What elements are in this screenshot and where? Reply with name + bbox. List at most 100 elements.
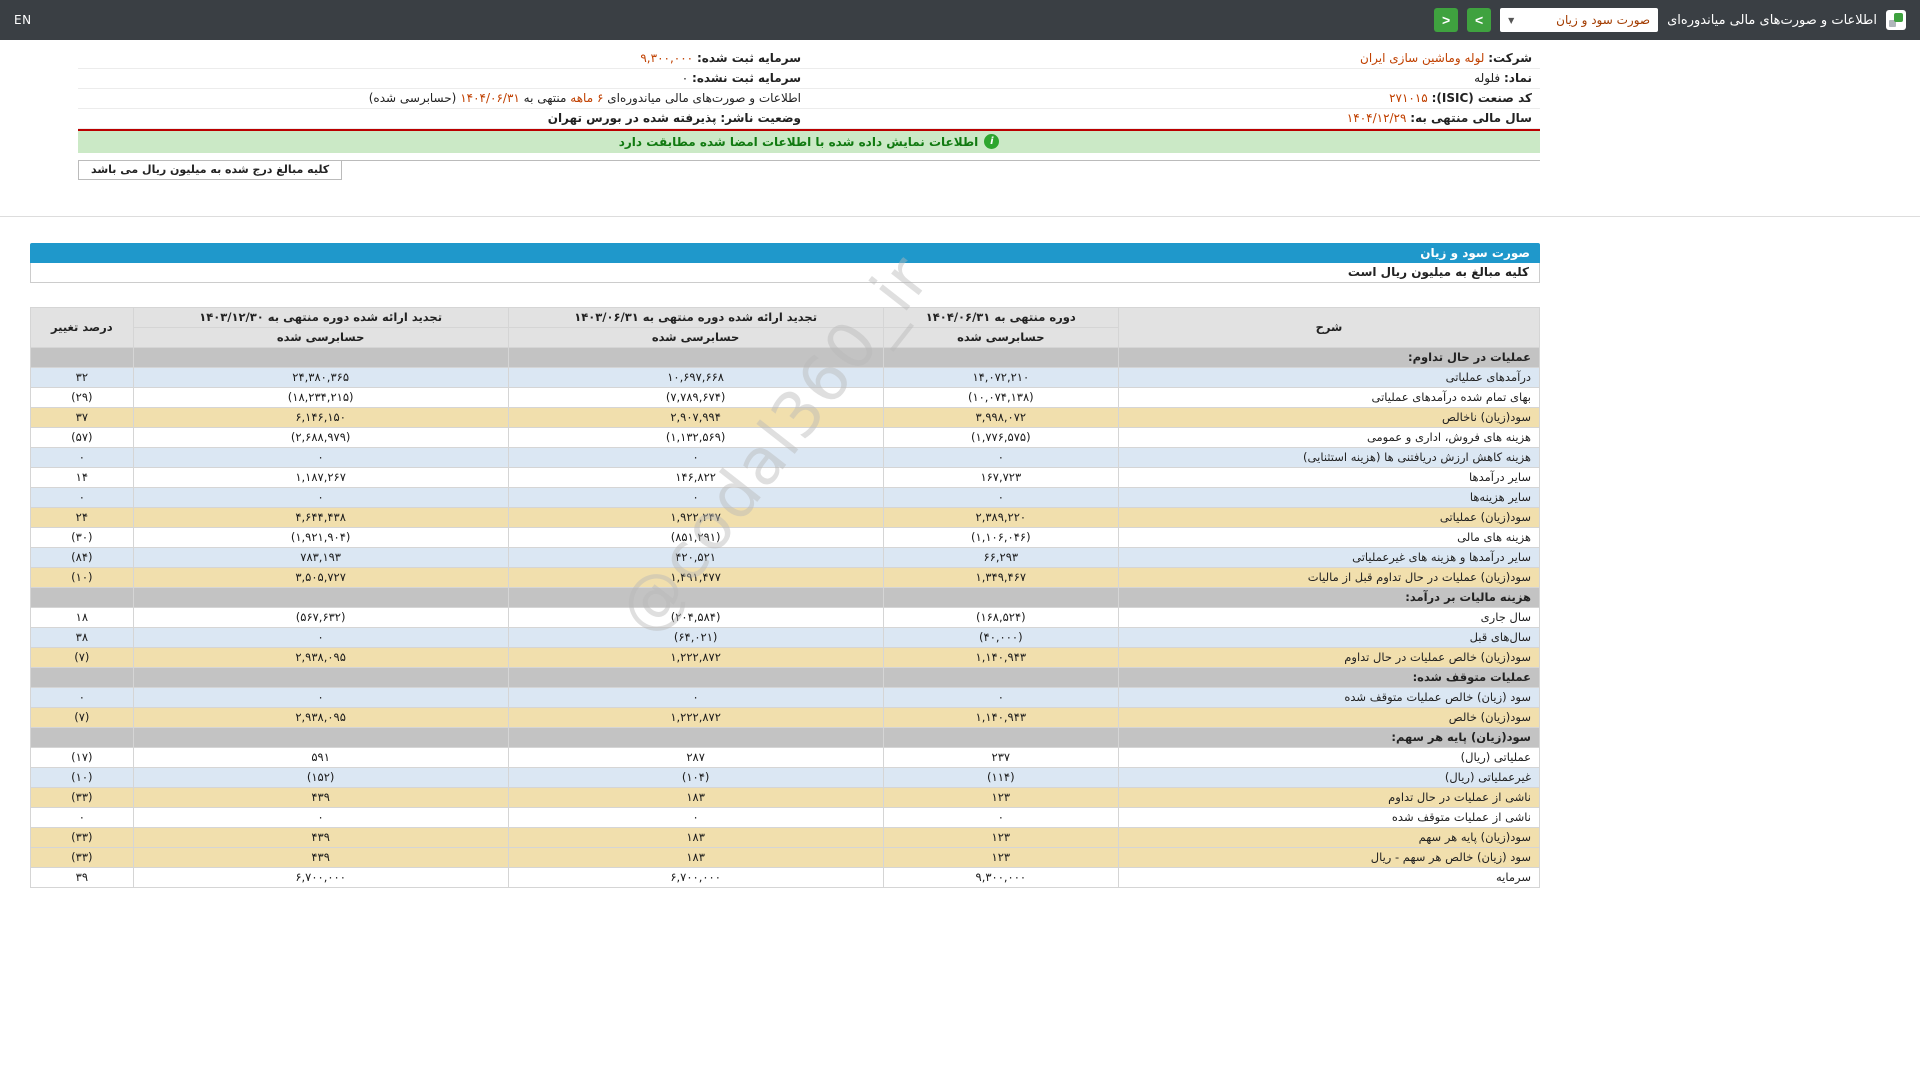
value-cell: (۱۰۴) xyxy=(508,767,883,787)
row-label: هزینه های مالی xyxy=(1119,527,1540,547)
value-cell: ۱,۴۹۱,۴۷۷ xyxy=(508,567,883,587)
value-cell xyxy=(508,587,883,607)
publisher-status-value: پذیرفته شده در بورس تهران xyxy=(548,111,717,125)
value-cell: (۱۸,۲۳۴,۲۱۵) xyxy=(133,387,508,407)
value-cell: (۱۵۲) xyxy=(133,767,508,787)
period-text-mid: منتهی به xyxy=(520,91,567,105)
company-info-section: شرکت: لوله وماشین سازی ایران سرمایه ثبت … xyxy=(78,48,1540,180)
col-header-description: شرح xyxy=(1119,307,1540,347)
pct-change-cell: (۱۰) xyxy=(31,567,134,587)
value-cell: ۴۳۹ xyxy=(133,847,508,867)
col-header-restated-mid-period: تجدید ارائه شده دوره منتهی به ۱۴۰۳/۰۶/۳۱ xyxy=(508,307,883,327)
value-cell: ۰ xyxy=(508,687,883,707)
pct-change-cell: (۷) xyxy=(31,647,134,667)
dropdown-selected-value: صورت سود و زیان xyxy=(1556,13,1650,27)
statement-row: غیرعملیاتی (ریال)(۱۱۴)(۱۰۴)(۱۵۲)(۱۰) xyxy=(31,767,1540,787)
income-statement-section: صورت سود و زیان کلیه مبالغ به میلیون ریا… xyxy=(30,243,1540,888)
pct-change-cell: ۳۹ xyxy=(31,867,134,887)
statement-type-dropdown[interactable]: صورت سود و زیان ▼ xyxy=(1500,8,1658,32)
isic-value: ۲۷۱۰۱۵ xyxy=(1389,91,1428,105)
row-label: سال جاری xyxy=(1119,607,1540,627)
row-label: غیرعملیاتی (ریال) xyxy=(1119,767,1540,787)
company-value: لوله وماشین سازی ایران xyxy=(1360,51,1484,65)
note-tabstrip: کلیه مبالغ درج شده به میلیون ریال می باش… xyxy=(78,160,1540,180)
row-label: سایر درآمدها xyxy=(1119,467,1540,487)
page-title: اطلاعات و صورت‌های مالی میاندوره‌ای xyxy=(1667,13,1877,28)
section-row: عملیات متوقف شده: xyxy=(31,667,1540,687)
period-audited-suffix: (حسابرسی شده) xyxy=(369,91,457,105)
prev-statement-button[interactable]: < xyxy=(1467,8,1491,32)
statement-row: بهای تمام شده درآمدهای عملیاتی(۱۰,۰۷۴,۱۳… xyxy=(31,387,1540,407)
period-months: ۶ ماهه xyxy=(570,91,603,105)
value-cell: ۱,۱۴۰,۹۴۳ xyxy=(883,647,1118,667)
value-cell: ۱,۲۲۲,۸۷۲ xyxy=(508,707,883,727)
info-row: کد صنعت (ISIC): ۲۷۱۰۱۵ اطلاعات و صورت‌ها… xyxy=(78,88,1540,108)
row-label: سال‌های قبل xyxy=(1119,627,1540,647)
value-cell: ۶,۷۰۰,۰۰۰ xyxy=(508,867,883,887)
pct-change-cell: ۰ xyxy=(31,447,134,467)
company-label: شرکت: xyxy=(1488,51,1532,65)
statement-row: سرمایه۹,۳۰۰,۰۰۰۶,۷۰۰,۰۰۰۶,۷۰۰,۰۰۰۳۹ xyxy=(31,867,1540,887)
statement-row: هزینه کاهش ارزش دریافتنی ها (هزینه استثن… xyxy=(31,447,1540,467)
value-cell xyxy=(883,727,1118,747)
value-cell: ۰ xyxy=(508,447,883,467)
period-text-prefix: اطلاعات و صورت‌های مالی میاندوره‌ای xyxy=(603,91,801,105)
value-cell: ۱۲۳ xyxy=(883,787,1118,807)
pct-change-cell xyxy=(31,667,134,687)
value-cell: (۱,۱۳۲,۵۶۹) xyxy=(508,427,883,447)
row-label: سود(زیان) پایه هر سهم xyxy=(1119,827,1540,847)
signed-banner-text: اطلاعات نمایش داده شده با اطلاعات امضا ش… xyxy=(619,135,979,149)
row-label: سود (زیان) خالص عملیات متوقف شده xyxy=(1119,687,1540,707)
value-cell xyxy=(133,587,508,607)
subheader-audited: حسابرسی شده xyxy=(883,327,1118,347)
info-row: شرکت: لوله وماشین سازی ایران سرمایه ثبت … xyxy=(78,48,1540,68)
statement-row: سود(زیان) ناخالص۳,۹۹۸,۰۷۲۲,۹۰۷,۹۹۴۶,۱۴۶,… xyxy=(31,407,1540,427)
isic-label: کد صنعت (ISIC): xyxy=(1432,91,1532,105)
pct-change-cell: (۸۴) xyxy=(31,547,134,567)
value-cell: ۱,۱۴۰,۹۴۳ xyxy=(883,707,1118,727)
row-label: بهای تمام شده درآمدهای عملیاتی xyxy=(1119,387,1540,407)
statement-row: سود (زیان) خالص عملیات متوقف شده۰۰۰۰ xyxy=(31,687,1540,707)
statement-row: درآمدهای عملیاتی۱۴,۰۷۲,۲۱۰۱۰,۶۹۷,۶۶۸۲۴,۳… xyxy=(31,367,1540,387)
section-row: هزینه مالیات بر درآمد: xyxy=(31,587,1540,607)
value-cell: ۴۳۹ xyxy=(133,787,508,807)
value-cell: ۲۴,۳۸۰,۳۶۵ xyxy=(133,367,508,387)
value-cell: (۱,۱۰۶,۰۴۶) xyxy=(883,527,1118,547)
statement-row: سود(زیان) خالص عملیات در حال تداوم۱,۱۴۰,… xyxy=(31,647,1540,667)
value-cell: (۱,۷۷۶,۵۷۵) xyxy=(883,427,1118,447)
statement-row: عملیاتی (ریال)۲۳۷۲۸۷۵۹۱(۱۷) xyxy=(31,747,1540,767)
company-info-table: شرکت: لوله وماشین سازی ایران سرمایه ثبت … xyxy=(78,48,1540,129)
next-statement-button[interactable]: > xyxy=(1434,8,1458,32)
symbol-label: نماد: xyxy=(1504,71,1532,85)
row-label: سود(زیان) عملیات در حال تداوم قبل از مال… xyxy=(1119,567,1540,587)
unregistered-capital-label: سرمایه ثبت نشده: xyxy=(692,71,801,85)
pct-change-cell: (۷) xyxy=(31,707,134,727)
value-cell: (۴۰,۰۰۰) xyxy=(883,627,1118,647)
publisher-status-label: وضعیت ناشر: xyxy=(720,111,801,125)
row-label: سود(زیان) پایه هر سهم: xyxy=(1119,727,1540,747)
statement-row: ناشی از عملیات در حال تداوم۱۲۳۱۸۳۴۳۹(۳۳) xyxy=(31,787,1540,807)
info-row: نماد: فلوله سرمایه ثبت نشده: ۰ xyxy=(78,68,1540,88)
value-cell: ۰ xyxy=(883,687,1118,707)
amounts-note-tab: کلیه مبالغ درج شده به میلیون ریال می باش… xyxy=(78,161,342,180)
value-cell xyxy=(133,727,508,747)
language-toggle-en[interactable]: EN xyxy=(14,13,32,27)
row-label: سرمایه xyxy=(1119,867,1540,887)
row-label: سایر درآمدها و هزینه های غیرعملیاتی xyxy=(1119,547,1540,567)
value-cell: ۷۸۳,۱۹۳ xyxy=(133,547,508,567)
statement-row: سایر درآمدها و هزینه های غیرعملیاتی۶۶,۲۹… xyxy=(31,547,1540,567)
fiscal-year-label: سال مالی منتهی به: xyxy=(1410,111,1532,125)
value-cell xyxy=(133,347,508,367)
pct-change-cell xyxy=(31,727,134,747)
row-label: سود(زیان) ناخالص xyxy=(1119,407,1540,427)
subheader-audited: حسابرسی شده xyxy=(133,327,508,347)
value-cell: ۰ xyxy=(508,487,883,507)
statement-row: سال جاری(۱۶۸,۵۲۴)(۲۰۴,۵۸۴)(۵۶۷,۶۳۲)۱۸ xyxy=(31,607,1540,627)
value-cell: (۸۵۱,۲۹۱) xyxy=(508,527,883,547)
value-cell: (۱۱۴) xyxy=(883,767,1118,787)
row-label: هزینه مالیات بر درآمد: xyxy=(1119,587,1540,607)
row-label: سود(زیان) خالص عملیات در حال تداوم xyxy=(1119,647,1540,667)
row-label: هزینه های فروش، اداری و عمومی xyxy=(1119,427,1540,447)
statement-subtitle-bar: کلیه مبالغ به میلیون ریال است xyxy=(30,263,1540,283)
value-cell: ۱۸۳ xyxy=(508,847,883,867)
